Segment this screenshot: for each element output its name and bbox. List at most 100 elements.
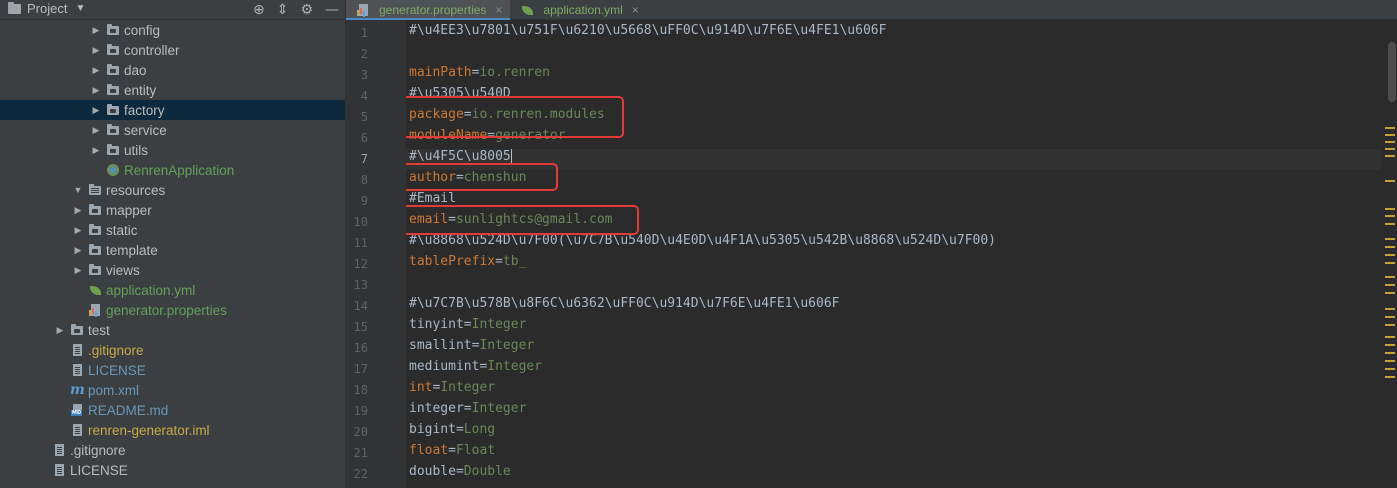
tree-item[interactable]: ▶ static xyxy=(0,220,345,240)
tree-item[interactable]: ▶ controller xyxy=(0,40,345,60)
code-line[interactable]: #\u7C7B\u578B\u8F6C\u6362\uFF0C\u914D\u7… xyxy=(409,296,839,317)
project-view-selector[interactable]: Project ▼ xyxy=(8,1,85,16)
chevron-right-icon[interactable]: ▶ xyxy=(90,65,102,76)
code-token: #\u7C7B\u578B\u8F6C\u6362\uFF0C\u914D\u7… xyxy=(409,296,840,311)
scrollbar-marker xyxy=(1385,155,1395,157)
chevron-right-icon[interactable]: ▶ xyxy=(90,25,102,36)
code-line[interactable]: #\u4EE3\u7801\u751F\u6210\u5668\uFF0C\u9… xyxy=(409,23,886,44)
tree-item[interactable]: ▶mpom.xml xyxy=(0,380,345,400)
editor-tab[interactable]: generator.properties × xyxy=(346,0,511,20)
code-token: io.renren.modules xyxy=(471,107,605,122)
tree-item[interactable]: ▶ utils xyxy=(0,140,345,160)
tree-item[interactable]: ▶ views xyxy=(0,260,345,280)
line-number: 15 xyxy=(353,320,368,334)
tree-item[interactable]: ▶ service xyxy=(0,120,345,140)
code-line[interactable]: #\u5305\u540D xyxy=(409,86,511,107)
chevron-right-icon[interactable]: ▶ xyxy=(72,245,84,256)
line-number: 11 xyxy=(353,236,368,250)
folder-icon xyxy=(106,63,120,77)
code-line[interactable]: mainPath=io.renren xyxy=(409,65,550,86)
scrollbar-thumb[interactable] xyxy=(1388,42,1396,102)
tree-item[interactable]: ▶LICENSE xyxy=(0,360,345,380)
code-token: = xyxy=(455,170,464,185)
line-number: 2 xyxy=(360,47,368,61)
tree-item-label: LICENSE xyxy=(70,462,128,478)
file-icon xyxy=(70,363,84,377)
hide-icon[interactable]: — xyxy=(325,2,339,18)
props-icon xyxy=(356,3,370,17)
tree-item[interactable]: ▶RenrenApplication xyxy=(0,160,345,180)
chevron-right-icon[interactable]: ▶ xyxy=(72,265,84,276)
editor-tabs: generator.properties × application.yml × xyxy=(346,0,1397,20)
tree-item[interactable]: ▶ config xyxy=(0,20,345,40)
tree-item[interactable]: ▶renren-generator.iml xyxy=(0,420,345,440)
editor-scrollbar[interactable] xyxy=(1381,20,1397,488)
code-token: = xyxy=(455,464,464,479)
scrollbar-marker xyxy=(1385,141,1395,143)
chevron-right-icon[interactable]: ▶ xyxy=(90,105,102,116)
text-caret xyxy=(510,149,512,164)
current-line-highlight xyxy=(406,149,1381,170)
close-icon[interactable]: × xyxy=(495,3,502,17)
tree-item[interactable]: ▶README.md xyxy=(0,400,345,420)
locate-icon[interactable]: ⊕ xyxy=(253,2,265,18)
code-area[interactable]: #\u4EE3\u7801\u751F\u6210\u5668\uFF0C\u9… xyxy=(406,20,1381,488)
props-icon xyxy=(88,303,102,317)
line-number: 10 xyxy=(353,215,368,229)
chevron-right-icon[interactable]: ▶ xyxy=(54,325,66,336)
code-line[interactable]: #\u4F5C\u8005 xyxy=(409,149,512,170)
gear-icon[interactable]: ⚙ xyxy=(300,2,313,18)
line-number: 19 xyxy=(353,404,368,418)
code-line[interactable]: double=Double xyxy=(409,464,511,485)
code-line[interactable]: #\u8868\u524D\u7F00(\u7C7B\u540D\u4E0D\u… xyxy=(409,233,996,254)
tree-item-label: .gitignore xyxy=(70,442,126,458)
editor-tab[interactable]: application.yml × xyxy=(510,0,646,19)
collapse-all-icon[interactable]: ⇕ xyxy=(277,2,289,18)
tree-item[interactable]: ▶generator.properties xyxy=(0,300,345,320)
tree-item[interactable]: ▶ entity xyxy=(0,80,345,100)
close-icon[interactable]: × xyxy=(632,3,639,17)
chevron-right-icon[interactable]: ▶ xyxy=(72,205,84,216)
folder-icon xyxy=(88,203,102,217)
code-token: #\u4EE3\u7801\u751F\u6210\u5668\uFF0C\u9… xyxy=(409,23,887,38)
chevron-right-icon[interactable]: ▶ xyxy=(90,145,102,156)
code-token: package xyxy=(409,107,464,122)
tree-item[interactable]: ▶ mapper xyxy=(0,200,345,220)
code-line[interactable]: mediumint=Integer xyxy=(409,359,542,380)
line-number: 9 xyxy=(360,194,368,208)
code-line[interactable]: integer=Integer xyxy=(409,401,526,422)
code-line[interactable]: tinyint=Integer xyxy=(409,317,526,338)
tree-item[interactable]: ▶.gitignore xyxy=(0,440,345,460)
chevron-down-icon[interactable]: ▼ xyxy=(72,185,84,195)
tree-item[interactable]: ▼ resources xyxy=(0,180,345,200)
scrollbar-marker xyxy=(1385,208,1395,210)
leaf-icon xyxy=(88,283,102,297)
scrollbar-marker xyxy=(1385,134,1395,136)
folder-icon xyxy=(88,243,102,257)
chevron-right-icon[interactable]: ▶ xyxy=(90,85,102,96)
tree-item[interactable]: ▶application.yml xyxy=(0,280,345,300)
code-token: = xyxy=(463,401,472,416)
tree-item[interactable]: ▶ dao xyxy=(0,60,345,80)
chevron-right-icon[interactable]: ▶ xyxy=(90,45,102,56)
code-line[interactable]: #Email xyxy=(409,191,456,212)
folder-icon xyxy=(88,223,102,237)
code-line[interactable]: int=Integer xyxy=(409,380,495,401)
code-line[interactable]: tablePrefix=tb_ xyxy=(409,254,526,275)
code-line[interactable]: float=Float xyxy=(409,443,495,464)
line-number: 20 xyxy=(353,425,368,439)
code-line[interactable]: smallint=Integer xyxy=(409,338,534,359)
tree-item[interactable]: ▶ test xyxy=(0,320,345,340)
line-number: 5 xyxy=(360,110,368,124)
code-line[interactable]: moduleName=generator xyxy=(409,128,566,149)
chevron-right-icon[interactable]: ▶ xyxy=(72,225,84,236)
code-line[interactable]: email=sunlightcs@gmail.com xyxy=(409,212,613,233)
code-line[interactable]: package=io.renren.modules xyxy=(409,107,605,128)
tree-item[interactable]: ▶ template xyxy=(0,240,345,260)
tree-item[interactable]: ▶.gitignore xyxy=(0,340,345,360)
code-line[interactable]: bigint=Long xyxy=(409,422,495,443)
code-line[interactable]: author=chenshun xyxy=(409,170,526,191)
tree-item[interactable]: ▶LICENSE xyxy=(0,460,345,480)
tree-item[interactable]: ▶ factory xyxy=(0,100,345,120)
chevron-right-icon[interactable]: ▶ xyxy=(90,125,102,136)
